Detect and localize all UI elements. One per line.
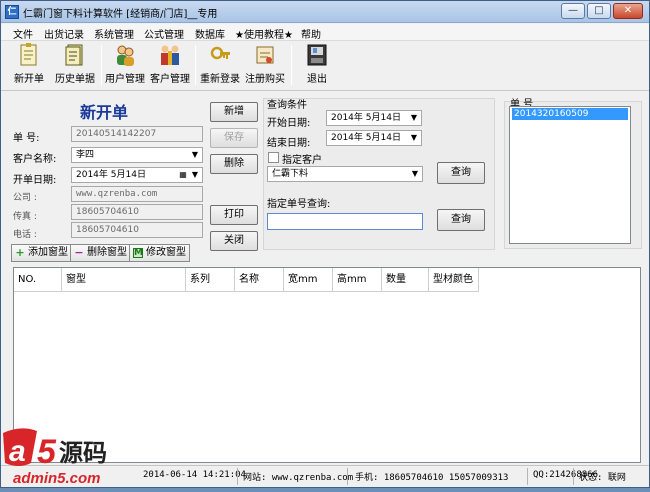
company-field: www.qzrenba.com (71, 186, 203, 202)
menu-file[interactable]: 文件 (13, 26, 33, 41)
delete-window-type-button[interactable]: − 删除窗型 (70, 244, 131, 262)
phone-label: 电话 : (13, 230, 37, 240)
toolbar-separator (101, 45, 102, 85)
title-bar: 仁 仁霸门窗下料计算软件 [经销商/门店]__专用 — □ ✕ (1, 1, 649, 23)
register-icon (256, 46, 274, 64)
toolbar-separator (291, 45, 292, 85)
chevron-down-icon: ▼ (410, 113, 418, 122)
status-website: 网站: www.qzrenba.com (243, 473, 354, 483)
order-date-picker[interactable]: 2014年 5月14日 ▦ ▼ (71, 167, 203, 183)
column-header-no[interactable]: NO. (14, 268, 62, 292)
maximize-button[interactable]: □ (587, 3, 611, 19)
menu-help[interactable]: 帮助 (301, 26, 321, 41)
edit-window-type-button[interactable]: M 修改窗型 (129, 244, 190, 262)
status-state: 状态: 联网 (579, 473, 626, 483)
specify-customer-checkbox[interactable] (268, 152, 279, 163)
toolbar: 新开单 历史单据 用户管理 客户管理 重新登录 注册购买 退出 (1, 41, 649, 91)
toolbar-customer-management[interactable]: 客户管理 (149, 43, 191, 85)
watermark-logo: a 5 源码 admin5.com (1, 423, 151, 489)
save-button[interactable]: 保存 (210, 128, 258, 148)
fax-label: 传真 : (13, 212, 37, 222)
order-no-query-label: 指定单号查询: (267, 199, 331, 210)
phone-field: 18605704610 (71, 222, 203, 238)
specify-customer-label: 指定客户 (282, 155, 322, 166)
relogin-icon (210, 46, 230, 60)
start-date-picker[interactable]: 2014年 5月14日 ▼ (326, 110, 422, 126)
chevron-down-icon: ▼ (411, 169, 419, 178)
status-divider (573, 468, 574, 485)
plus-icon: + (15, 246, 25, 259)
column-header-quantity[interactable]: 数量 (382, 268, 429, 292)
end-date-label: 结束日期: (267, 138, 311, 149)
close-window-button[interactable]: ✕ (613, 3, 643, 19)
toolbar-history[interactable]: 历史单据 (53, 43, 97, 85)
chevron-down-icon: ▼ (191, 150, 199, 159)
svg-text:a: a (9, 435, 26, 468)
order-list[interactable]: 2014320160509 (509, 106, 631, 244)
edit-icon: M (133, 248, 143, 258)
new-order-icon (20, 43, 37, 66)
delete-button[interactable]: 删除 (210, 154, 258, 174)
users-icon (117, 45, 134, 66)
print-button[interactable]: 打印 (210, 205, 258, 225)
toolbar-user-management[interactable]: 用户管理 (105, 43, 145, 85)
order-heading: 新开单 (80, 103, 129, 122)
start-date-label: 开始日期: (267, 118, 311, 129)
fax-field: 18605704610 (71, 204, 203, 220)
menu-formula-management[interactable]: 公式管理 (144, 26, 184, 41)
column-header-series[interactable]: 系列 (186, 268, 235, 292)
order-no-input[interactable] (267, 213, 423, 230)
exit-icon (307, 44, 327, 66)
svg-text:admin5.com: admin5.com (13, 470, 101, 487)
customer-select[interactable]: 李四 ▼ (71, 147, 203, 163)
toolbar-exit[interactable]: 退出 (299, 43, 335, 85)
end-date-picker[interactable]: 2014年 5月14日 ▼ (326, 130, 422, 146)
toolbar-register[interactable]: 注册购买 (244, 43, 286, 85)
add-window-type-button[interactable]: + 添加窗型 (11, 244, 72, 262)
status-phone: 手机: 18605704610 15057009313 (355, 473, 509, 483)
order-date-label: 开单日期: (13, 175, 57, 186)
order-number-field: 20140514142207 (71, 126, 203, 142)
menu-database[interactable]: 数据库 (195, 26, 225, 41)
calendar-icon: ▦ (179, 170, 187, 179)
svg-text:源码: 源码 (59, 439, 107, 467)
toolbar-new-order[interactable]: 新开单 (11, 43, 47, 85)
status-divider (527, 468, 528, 485)
order-no-query-button[interactable]: 查询 (437, 209, 485, 231)
column-header-window-type[interactable]: 窗型 (62, 268, 186, 292)
column-header-height[interactable]: 高mm (333, 268, 382, 292)
query-customer-select[interactable]: 仁霸下料 ▼ (267, 166, 423, 182)
menu-bar: 文件 出货记录 系统管理 公式管理 数据库 ★使用教程★ 帮助 (1, 24, 649, 41)
column-header-width[interactable]: 宽mm (284, 268, 333, 292)
close-button[interactable]: 关闭 (210, 231, 258, 251)
chevron-down-icon: ▼ (410, 133, 418, 142)
add-button[interactable]: 新增 (210, 102, 258, 122)
query-button[interactable]: 查询 (437, 162, 485, 184)
window-title: 仁霸门窗下料计算软件 [经销商/门店]__专用 (23, 9, 218, 20)
minimize-button[interactable]: — (561, 3, 585, 19)
app-icon: 仁 (5, 5, 19, 19)
menu-shipping-records[interactable]: 出货记录 (44, 26, 84, 41)
app-window: 仁 仁霸门窗下料计算软件 [经销商/门店]__专用 — □ ✕ 文件 出货记录 … (0, 0, 650, 488)
company-label: 公司 : (13, 193, 37, 203)
toolbar-relogin[interactable]: 重新登录 (199, 43, 241, 85)
customers-icon (161, 45, 179, 65)
toolbar-separator (195, 45, 196, 85)
query-group-label: 查询条件 (267, 100, 307, 111)
watermark-logo-image: a 5 源码 admin5.com (3, 428, 107, 487)
column-header-name[interactable]: 名称 (235, 268, 284, 292)
column-header-profile-color[interactable]: 型材颜色 (429, 268, 479, 292)
chevron-down-icon: ▼ (191, 170, 199, 179)
list-item[interactable]: 2014320160509 (512, 108, 628, 120)
customer-label: 客户名称: (13, 154, 57, 165)
status-divider (347, 468, 348, 485)
minus-icon: − (74, 246, 84, 259)
svg-text:5: 5 (37, 433, 57, 471)
menu-tutorial[interactable]: ★使用教程★ (235, 26, 293, 41)
history-icon (65, 44, 83, 66)
status-datetime: 2014-06-14 14:21:04 (143, 470, 246, 480)
menu-system-management[interactable]: 系统管理 (94, 26, 134, 41)
status-divider (237, 468, 238, 485)
order-number-label: 单 号: (13, 133, 40, 144)
